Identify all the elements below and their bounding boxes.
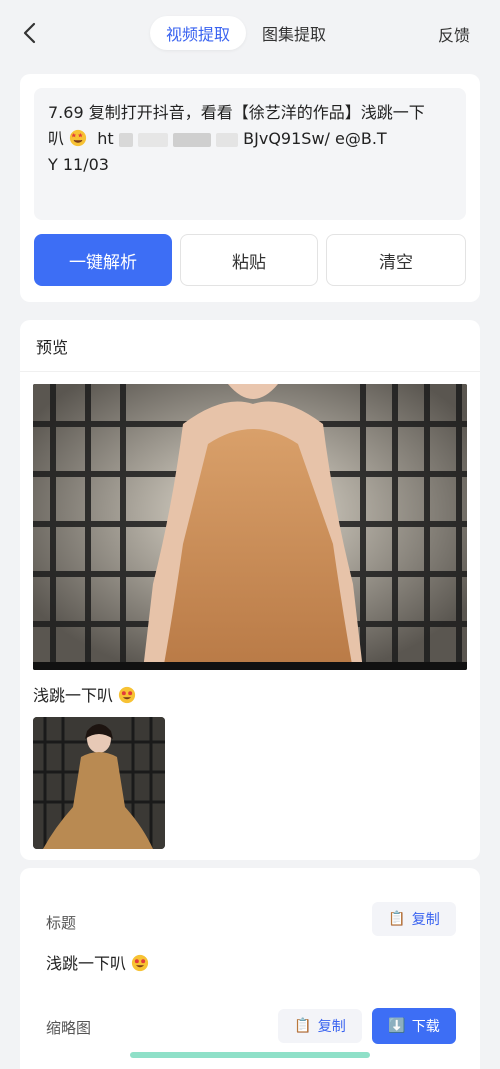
title-value-text: 浅跳一下叭 bbox=[46, 954, 127, 973]
thumbnail-photo bbox=[33, 717, 165, 849]
home-indicator[interactable] bbox=[130, 1052, 370, 1058]
star-eyes-emoji-icon bbox=[119, 686, 136, 704]
video-player[interactable] bbox=[33, 384, 467, 670]
video-title-text: 浅跳一下叭 bbox=[33, 686, 114, 705]
copy-title-label: 复制 bbox=[411, 912, 440, 928]
video-title: 浅跳一下叭 bbox=[33, 682, 136, 706]
download-arrow-icon: ⬇️ bbox=[388, 1018, 406, 1034]
clear-button[interactable]: 清空 bbox=[326, 234, 466, 286]
share-text-line3: Y 11/03 bbox=[48, 155, 109, 174]
redacted-block bbox=[172, 132, 211, 147]
preview-heading: 预览 bbox=[20, 320, 480, 372]
video-frame-image bbox=[33, 384, 467, 670]
thumbnail-image[interactable] bbox=[33, 717, 165, 849]
redacted-block bbox=[216, 132, 239, 147]
chevron-left-icon bbox=[23, 22, 36, 44]
share-text-line2-start: 叭 bbox=[48, 129, 65, 148]
download-label: 下载 bbox=[411, 1019, 440, 1035]
share-link-input[interactable]: 7.69 复制打开抖音，看看【徐艺洋的作品】浅跳一下 叭 ht BJvQ91Sw… bbox=[34, 88, 466, 220]
share-text-url-end: BJvQ91Sw/ e@B.T bbox=[243, 129, 387, 148]
preview-card: 预览 浅跳一下叭 bbox=[20, 320, 480, 860]
detail-card: 标题 📋 复制 浅跳一下叭 缩略图 📋 复制 ⬇️ 下载 bbox=[20, 868, 480, 1069]
redacted-block bbox=[137, 132, 168, 147]
title-value: 浅跳一下叭 bbox=[46, 950, 149, 974]
thumbnail-label: 缩略图 bbox=[46, 1019, 92, 1037]
clipboard-icon: 📋 bbox=[294, 1018, 312, 1034]
top-bar: 视频提取 图集提取 反馈 bbox=[0, 0, 500, 66]
star-eyes-emoji-icon bbox=[70, 129, 87, 147]
feedback-link[interactable]: 反馈 bbox=[438, 22, 470, 46]
paste-button[interactable]: 粘贴 bbox=[180, 234, 318, 286]
back-button[interactable] bbox=[16, 20, 42, 46]
copy-thumbnail-label: 复制 bbox=[317, 1019, 346, 1035]
tab-gallery-extract[interactable]: 图集提取 bbox=[246, 16, 342, 50]
clipboard-icon: 📋 bbox=[388, 911, 406, 927]
input-card: 7.69 复制打开抖音，看看【徐艺洋的作品】浅跳一下 叭 ht BJvQ91Sw… bbox=[20, 74, 480, 302]
copy-thumbnail-button[interactable]: 📋 复制 bbox=[278, 1009, 362, 1043]
star-eyes-emoji-icon bbox=[132, 954, 149, 972]
copy-title-button[interactable]: 📋 复制 bbox=[372, 902, 456, 936]
share-text-url-start: ht bbox=[97, 129, 114, 148]
tab-video-extract[interactable]: 视频提取 bbox=[150, 16, 247, 50]
title-label: 标题 bbox=[46, 914, 77, 932]
share-text-line1: 7.69 复制打开抖音，看看【徐艺洋的作品】浅跳一下 bbox=[48, 103, 425, 122]
parse-button[interactable]: 一键解析 bbox=[34, 234, 172, 286]
redacted-block bbox=[118, 132, 133, 147]
extract-tabs: 视频提取 图集提取 bbox=[150, 16, 342, 50]
download-button[interactable]: ⬇️ 下载 bbox=[372, 1008, 456, 1044]
